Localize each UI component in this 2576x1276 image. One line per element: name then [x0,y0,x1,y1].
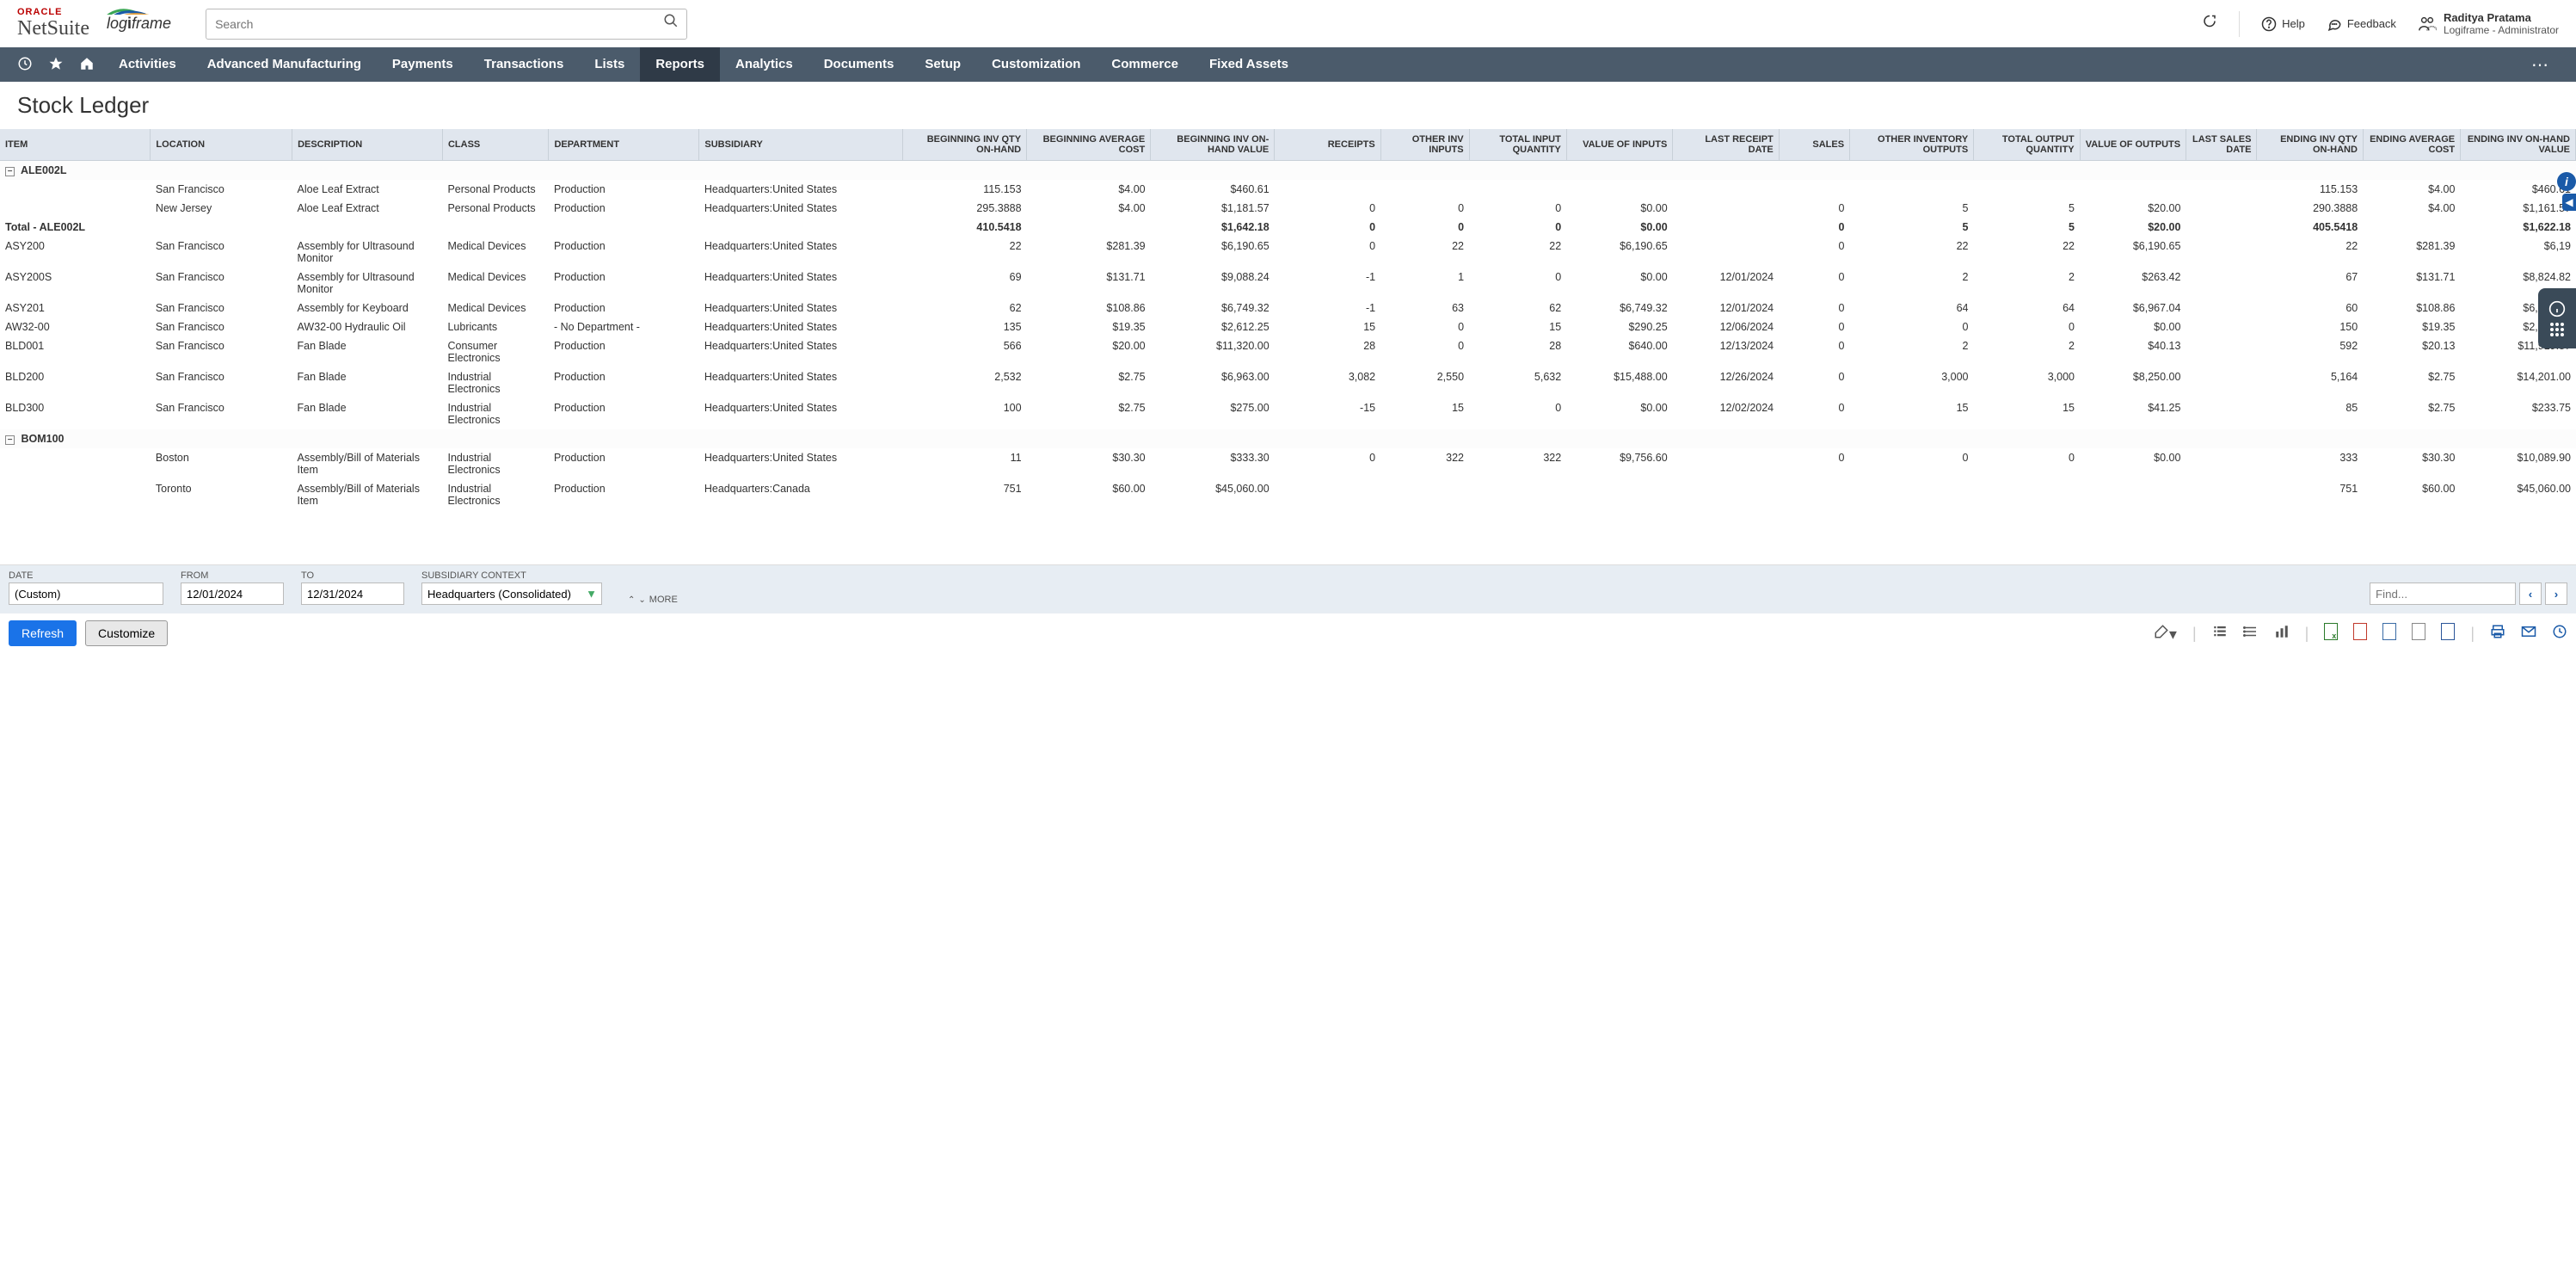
export-excel-icon[interactable] [2324,623,2338,644]
nav-overflow-icon[interactable]: ⋯ [2514,54,2567,76]
feedback-link[interactable]: Feedback [2327,16,2396,32]
nav-item-advanced-manufacturing[interactable]: Advanced Manufacturing [192,47,377,82]
nav-item-setup[interactable]: Setup [909,47,976,82]
recent-icon[interactable] [17,56,33,74]
nav-item-transactions[interactable]: Transactions [469,47,580,82]
table-row: − ALE002L [0,161,2576,180]
search-icon[interactable] [658,12,684,34]
table-row: ASY200San FranciscoAssembly for Ultrasou… [0,237,2576,268]
nav-item-payments[interactable]: Payments [377,47,469,82]
oracle-netsuite-logo: ORACLE NetSuite [17,7,89,40]
nav-item-activities[interactable]: Activities [103,47,192,82]
table-row: BLD300San FranciscoFan BladeIndustrial E… [0,398,2576,429]
find-prev-button[interactable]: ‹ [2519,583,2542,605]
side-expand-icon[interactable]: ◀ [2562,194,2576,211]
nav-item-customization[interactable]: Customization [976,47,1096,82]
col-header[interactable]: RECEIPTS [1275,129,1380,161]
table-row: New JerseyAloe Leaf ExtractPersonal Prod… [0,199,2576,218]
col-header[interactable]: ENDING INV QTY ON-HAND [2257,129,2363,161]
table-row: ASY201San FranciscoAssembly for Keyboard… [0,299,2576,317]
table-row: TorontoAssembly/Bill of Materials ItemIn… [0,479,2576,510]
col-header[interactable]: TOTAL INPUT QUANTITY [1469,129,1566,161]
collapse-icon[interactable]: − [5,435,15,445]
side-panel-widget[interactable] [2538,288,2576,348]
from-label: FROM [181,570,284,581]
export-pdf-icon[interactable] [2353,623,2367,644]
export-csv-icon[interactable] [2382,623,2396,644]
table-row: San FranciscoAloe Leaf ExtractPersonal P… [0,180,2576,199]
options-icon[interactable]: ▾ [2154,624,2177,644]
nav-item-lists[interactable]: Lists [579,47,640,82]
panel-info-icon [2548,300,2566,317]
info-badge-icon[interactable]: i [2557,172,2576,191]
help-label: Help [2282,17,2305,30]
nav-item-commerce[interactable]: Commerce [1096,47,1194,82]
view-detail-icon[interactable] [2212,624,2228,644]
help-link[interactable]: Help [2261,16,2305,32]
table-row: BLD200San FranciscoFan BladeIndustrial E… [0,367,2576,398]
feedback-label: Feedback [2347,17,2396,30]
table-row: ASY200SSan FranciscoAssembly for Ultraso… [0,268,2576,299]
col-header[interactable]: LAST SALES DATE [2186,129,2257,161]
date-label: DATE [9,570,163,581]
refresh-button[interactable]: Refresh [9,620,77,646]
table-row: BostonAssembly/Bill of Materials ItemInd… [0,448,2576,479]
view-graph-icon[interactable] [2274,624,2290,644]
find-input[interactable] [2370,583,2516,605]
table-row: BLD001San FranciscoFan BladeConsumer Ele… [0,336,2576,367]
export-word-icon[interactable] [2441,623,2455,644]
col-header[interactable]: BEGINNING INV ON-HAND VALUE [1151,129,1275,161]
global-search-input[interactable] [206,9,687,40]
nav-item-fixed-assets[interactable]: Fixed Assets [1194,47,1304,82]
email-icon[interactable] [2521,624,2536,644]
col-header[interactable]: LOCATION [151,129,292,161]
col-header[interactable]: OTHER INV INPUTS [1380,129,1469,161]
col-header[interactable]: OTHER INVENTORY OUTPUTS [1850,129,1974,161]
nav-item-analytics[interactable]: Analytics [720,47,808,82]
col-header[interactable]: VALUE OF INPUTS [1566,129,1672,161]
home-icon[interactable] [79,56,95,74]
col-header[interactable]: BEGINNING AVERAGE COST [1027,129,1151,161]
col-header[interactable]: CLASS [442,129,548,161]
subsidiary-context-select[interactable] [421,583,602,605]
table-row: − BOM100 [0,429,2576,448]
col-header[interactable]: VALUE OF OUTPUTS [2080,129,2186,161]
subsidiary-label: SUBSIDIARY CONTEXT [421,570,602,581]
user-role-switcher[interactable]: Raditya Pratama Logiframe - Administrato… [2418,11,2559,36]
panel-apps-icon [2550,323,2564,336]
favorites-icon[interactable] [48,56,64,74]
date-filter-input[interactable] [9,583,163,605]
pin-icon[interactable] [2202,15,2217,33]
role-icon [2418,15,2437,34]
user-role: Logiframe - Administrator [2444,24,2559,36]
customize-button[interactable]: Customize [85,620,168,646]
table-row: AW32-00San FranciscoAW32-00 Hydraulic Oi… [0,317,2576,336]
logiframe-logo: logiframe [107,15,171,33]
col-header[interactable]: DESCRIPTION [292,129,443,161]
to-date-input[interactable] [301,583,404,605]
col-header[interactable]: ENDING AVERAGE COST [2363,129,2460,161]
more-filters-toggle[interactable]: ⌃⌄ MORE [628,595,678,605]
col-header[interactable]: BEGINNING INV QTY ON-HAND [903,129,1027,161]
export-doc-icon[interactable] [2412,623,2425,644]
schedule-icon[interactable] [2552,624,2567,644]
col-header[interactable]: SUBSIDIARY [699,129,903,161]
col-header[interactable]: TOTAL OUTPUT QUANTITY [1974,129,2080,161]
view-list-icon[interactable] [2243,624,2259,644]
col-header[interactable]: ENDING INV ON-HAND VALUE [2461,129,2576,161]
col-header[interactable]: SALES [1779,129,1849,161]
user-name: Raditya Pratama [2444,11,2559,24]
nav-item-reports[interactable]: Reports [640,47,720,82]
page-title: Stock Ledger [0,82,2576,129]
col-header[interactable]: LAST RECEIPT DATE [1673,129,1779,161]
nav-item-documents[interactable]: Documents [808,47,910,82]
col-header[interactable]: ITEM [0,129,151,161]
print-icon[interactable] [2490,624,2505,644]
col-header[interactable]: DEPARTMENT [549,129,699,161]
collapse-icon[interactable]: − [5,167,15,176]
find-next-button[interactable]: › [2545,583,2567,605]
table-row: Total - ALE002L410.5418$1,642.18000$0.00… [0,218,2576,237]
from-date-input[interactable] [181,583,284,605]
to-label: TO [301,570,404,581]
